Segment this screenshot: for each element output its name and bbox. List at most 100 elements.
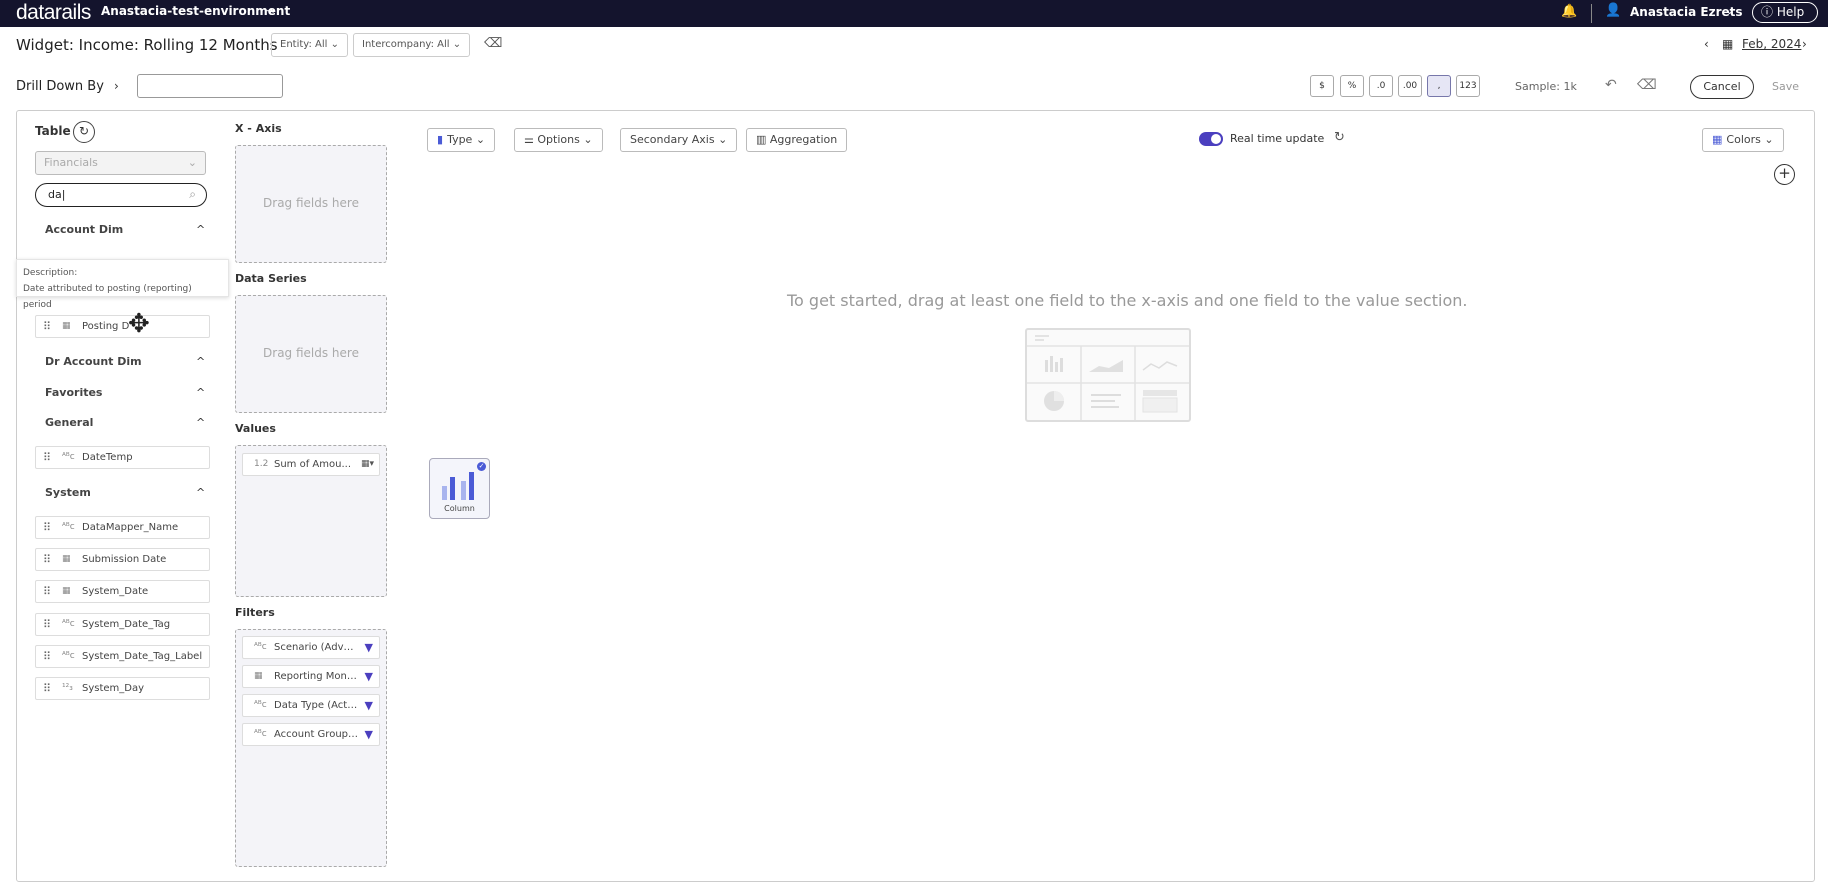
sample-size[interactable]: Sample: 1k — [1515, 80, 1577, 93]
refresh-icon[interactable]: ↻ — [1334, 130, 1345, 145]
undo-icon[interactable]: ↶ — [1605, 77, 1617, 93]
field-system-date[interactable]: ⠿ ▦ System_Date — [35, 580, 210, 603]
group-system[interactable]: System — [45, 486, 91, 499]
drag-handle-icon[interactable]: ⠿ — [43, 614, 51, 635]
drag-handle-icon[interactable]: ⠿ — [43, 581, 51, 602]
drag-handle-icon[interactable]: ⠿ — [43, 447, 51, 468]
filter-item-scenario[interactable]: ᴬᴮc Scenario (Adva... ▼ — [242, 636, 380, 659]
filter-icon[interactable]: ▼ — [365, 724, 373, 745]
add-icon[interactable]: + — [1774, 164, 1795, 185]
intercompany-filter-dropdown[interactable]: Intercompany: All ⌄ — [353, 33, 471, 57]
text-type-icon: ᴬᴮc — [62, 452, 75, 462]
colors-dropdown[interactable]: ▦ Colors ⌄ — [1702, 128, 1784, 152]
datarails-logo[interactable]: datarails — [16, 1, 91, 25]
chevron-up-icon[interactable]: ^ — [196, 355, 205, 368]
filter-item-account-group[interactable]: ᴬᴮc Account Group ... ▼ — [242, 723, 380, 746]
field-label: System_Date — [82, 586, 149, 597]
secondary-axis-dropdown[interactable]: Secondary Axis ⌄ — [620, 128, 738, 152]
percent-format-button[interactable]: % — [1340, 75, 1364, 97]
data-series-drop-zone[interactable]: Drag fields here — [235, 295, 387, 413]
value-item-sum-of-amount[interactable]: 1.2 Sum of Amou... ▦▾ — [242, 453, 380, 476]
calendar-icon[interactable]: ▦ — [1722, 37, 1733, 51]
value-item-label: Sum of Amou... — [274, 459, 351, 470]
filters-label: Filters — [235, 606, 275, 619]
field-system-date-tag-label[interactable]: ⠿ ᴬᴮc System_Date_Tag_Label — [35, 645, 210, 668]
field-datetemp[interactable]: ⠿ ᴬᴮc DateTemp — [35, 446, 210, 469]
period-selector[interactable]: Feb, 2024 — [1742, 37, 1801, 51]
filter-icon[interactable]: ▼ — [365, 666, 373, 687]
field-posting-date[interactable]: ⠿ ▦ Posting D — [35, 315, 210, 338]
text-type-icon: ᴬᴮc — [254, 700, 267, 710]
chevron-down-icon[interactable]: ⌄ — [1725, 4, 1734, 17]
drill-down-input[interactable] — [137, 74, 283, 98]
user-icon[interactable]: 👤 — [1605, 3, 1621, 18]
help-label: Help — [1776, 5, 1805, 19]
chart-type-dropdown[interactable]: ▮ Type ⌄ — [427, 128, 496, 152]
empty-state-message: To get started, drag at least one field … — [787, 291, 1468, 310]
bar-chart-icon: ▮ — [437, 133, 444, 146]
chevron-up-icon[interactable]: ^ — [196, 223, 205, 236]
save-button[interactable]: Save — [1772, 80, 1799, 93]
field-search-input[interactable]: da| ⌕ — [35, 183, 207, 207]
aggregation-button[interactable]: ▥ Aggregation — [746, 128, 848, 152]
drag-handle-icon[interactable]: ⠿ — [43, 678, 51, 699]
prev-period-icon[interactable]: ‹ — [1704, 37, 1709, 51]
filter-item-label: Reporting Mont... — [274, 671, 358, 682]
drag-handle-icon[interactable]: ⠿ — [43, 549, 51, 570]
filters-drop-zone[interactable]: ᴬᴮc Scenario (Adva... ▼ ▦ Reporting Mont...… — [235, 629, 387, 867]
drag-handle-icon[interactable]: ⠿ — [43, 646, 51, 667]
date-type-icon: ▦ — [62, 554, 71, 564]
thousands-separator-button[interactable]: , — [1427, 75, 1451, 97]
text-type-icon: ᴬᴮc — [62, 522, 75, 532]
drag-handle-icon[interactable]: ⠿ — [43, 316, 51, 337]
currency-format-button[interactable]: $ — [1310, 75, 1334, 97]
search-icon: ⌕ — [189, 187, 196, 201]
check-icon: ✓ — [477, 462, 486, 471]
group-favorites[interactable]: Favorites — [45, 386, 102, 399]
entity-filter-dropdown[interactable]: Entity: All ⌄ — [271, 33, 348, 57]
filter-item-data-type[interactable]: ᴬᴮc Data Type (Acti... ▼ — [242, 694, 380, 717]
chevron-up-icon[interactable]: ^ — [196, 486, 205, 499]
field-datamapper-name[interactable]: ⠿ ᴬᴮc DataMapper_Name — [35, 516, 210, 539]
increase-decimal-button[interactable]: .00 — [1398, 75, 1422, 97]
help-button[interactable]: ⓘ Help — [1752, 2, 1818, 23]
chevron-up-icon[interactable]: ^ — [196, 386, 205, 399]
exit-icon[interactable]: ⇥ — [265, 4, 274, 17]
text-type-icon: ᴬᴮc — [254, 729, 267, 739]
chevron-down-icon: ⌄ — [475, 133, 486, 146]
number-scale-button[interactable]: 123 — [1456, 75, 1480, 97]
eraser-icon[interactable]: ⌫ — [484, 36, 502, 51]
eraser-icon[interactable]: ⌫ — [1637, 77, 1657, 93]
options-dropdown[interactable]: ⚌ Options ⌄ — [514, 128, 603, 152]
drag-handle-icon[interactable]: ⠿ — [43, 517, 51, 538]
group-general[interactable]: General — [45, 416, 93, 429]
filter-item-reporting-month[interactable]: ▦ Reporting Mont... ▼ — [242, 665, 380, 688]
field-system-day[interactable]: ⠿ ¹²₃ System_Day — [35, 677, 210, 700]
decrease-decimal-button[interactable]: .0 — [1369, 75, 1393, 97]
chart-type-column-card[interactable]: ✓ Column — [429, 458, 490, 519]
cancel-button[interactable]: Cancel — [1690, 75, 1754, 99]
filter-icon[interactable]: ▼ — [365, 637, 373, 658]
divider — [1591, 4, 1592, 23]
group-dr-account-dim[interactable]: Dr Account Dim — [45, 355, 142, 368]
aggregation-icon: ▥ — [756, 133, 770, 146]
chart-placeholder-illustration — [1025, 328, 1191, 422]
drill-toolbar: Drill Down By › $ % .0 .00 , 123 Sample:… — [0, 63, 1828, 111]
table-select[interactable]: Financials ⌄ — [35, 151, 206, 175]
x-axis-drop-zone[interactable]: Drag fields here — [235, 145, 387, 263]
field-submission-date[interactable]: ⠿ ▦ Submission Date — [35, 548, 210, 571]
next-period-icon[interactable]: › — [1802, 37, 1807, 51]
filter-icon[interactable]: ▼ — [365, 695, 373, 716]
refresh-icon[interactable]: ↻ — [73, 121, 95, 143]
group-account-dim[interactable]: Account Dim — [45, 223, 123, 236]
values-drop-zone[interactable]: 1.2 Sum of Amou... ▦▾ — [235, 445, 387, 597]
chevron-right-icon[interactable]: › — [114, 79, 119, 93]
notification-bell-icon[interactable]: 🔔 — [1561, 4, 1577, 19]
intercompany-filter-label: Intercompany: All — [362, 39, 450, 50]
environment-name[interactable]: Anastacia-test-environment — [101, 4, 290, 18]
calculator-dropdown-icon[interactable]: ▦▾ — [361, 454, 374, 475]
realtime-update-toggle[interactable] — [1199, 132, 1223, 146]
field-system-date-tag[interactable]: ⠿ ᴬᴮc System_Date_Tag — [35, 613, 210, 636]
chevron-up-icon[interactable]: ^ — [196, 416, 205, 429]
palette-icon: ▦ — [1712, 133, 1723, 146]
